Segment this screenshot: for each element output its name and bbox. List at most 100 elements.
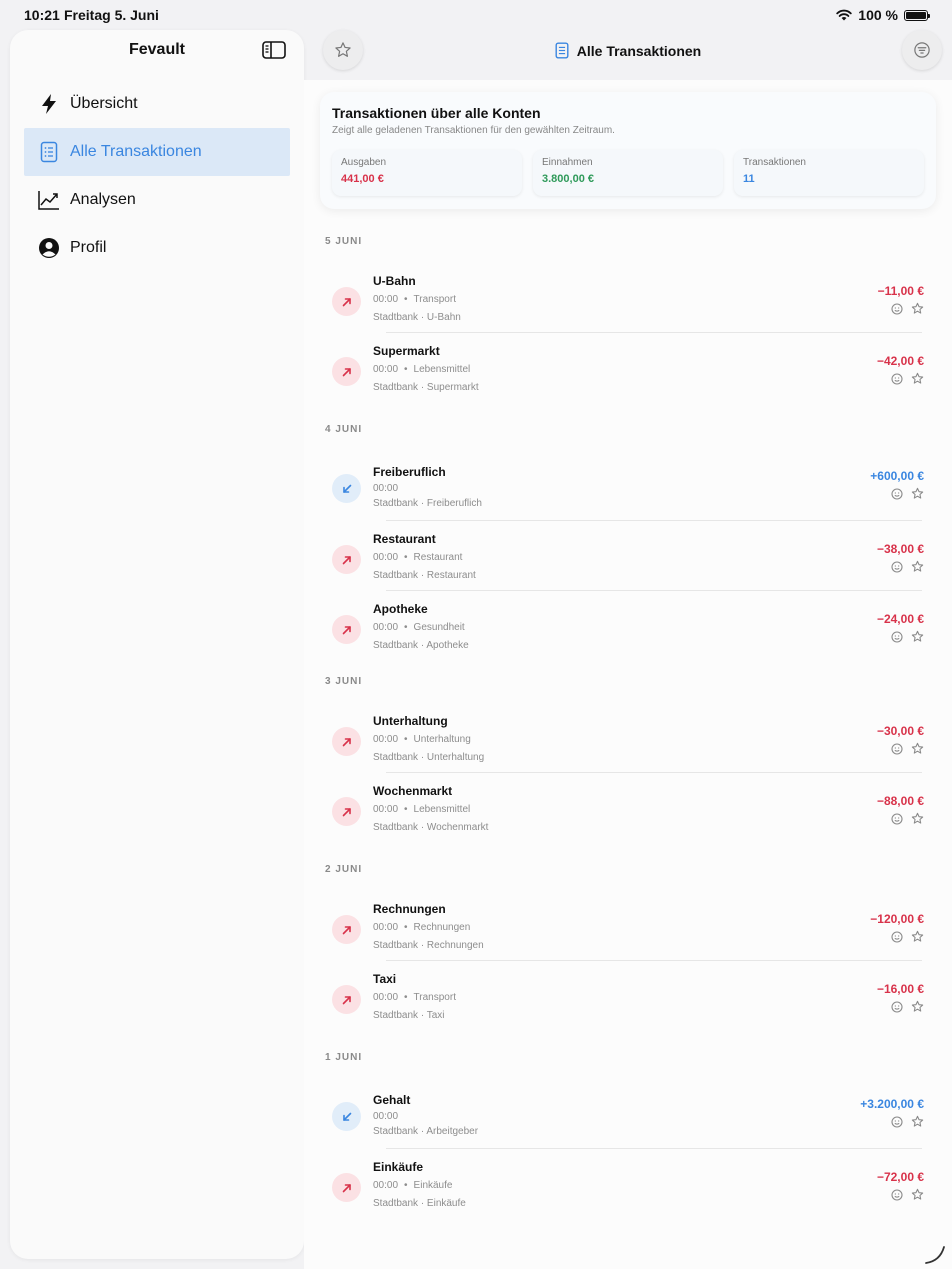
tx-name: Wochenmarkt xyxy=(373,784,453,798)
tx-amount: −38,00 € xyxy=(876,542,924,556)
tx-name: Unterhaltung xyxy=(373,714,448,728)
row-divider xyxy=(386,590,922,591)
tx-actions xyxy=(891,560,924,578)
transaction-row[interactable]: Freiberuflich 00:00 Stadtbank · Freiberufl… xyxy=(304,454,952,524)
tx-meta: 00:00 • Gesundheit xyxy=(373,622,465,633)
chart-line-icon xyxy=(38,189,60,211)
stat-label: Einnahmen xyxy=(542,157,593,168)
transaction-row[interactable]: Supermarkt 00:00 • Lebensmittel Stadtbank · … xyxy=(304,336,952,406)
tx-account: Stadtbank · Apotheke xyxy=(373,640,469,651)
transaction-row[interactable]: Restaurant 00:00 • Restaurant Stadtbank · Re… xyxy=(304,524,952,594)
battery-icon xyxy=(904,9,930,21)
filter-button[interactable] xyxy=(902,30,942,70)
mood-icon[interactable] xyxy=(891,372,903,390)
transaction-row[interactable]: Wochenmarkt 00:00 • Lebensmittel Stadtbank ·… xyxy=(304,776,952,846)
stat-value: 441,00 € xyxy=(341,173,384,185)
mood-icon[interactable] xyxy=(891,630,903,648)
tx-amount: −24,00 € xyxy=(876,612,924,626)
sidebar-item-label: Übersicht xyxy=(70,95,138,112)
tx-amount: −72,00 € xyxy=(876,1170,924,1184)
tx-time: 00:00 xyxy=(373,364,399,375)
tx-meta: 00:00 • Einkäufe xyxy=(373,1180,452,1191)
resize-handle-icon[interactable] xyxy=(924,1243,946,1265)
tx-meta: 00:00 • Rechnungen xyxy=(373,922,470,933)
tx-name: Rechnungen xyxy=(373,902,446,916)
star-icon[interactable] xyxy=(911,630,924,648)
star-icon[interactable] xyxy=(911,302,924,320)
transaction-row[interactable]: Taxi 00:00 • Transport Stadtbank · Taxi −16,0… xyxy=(304,964,952,1034)
tx-meta: 00:00 xyxy=(373,1111,398,1122)
mood-icon[interactable] xyxy=(891,1000,903,1018)
mood-icon[interactable] xyxy=(891,1115,903,1133)
content-area: Transaktionen über alle Konten Zeigt all… xyxy=(304,80,952,1269)
star-icon[interactable] xyxy=(911,930,924,948)
mood-icon[interactable] xyxy=(891,1188,903,1206)
status-right: 100 % xyxy=(836,7,930,23)
stat-value: 3.800,00 € xyxy=(542,173,594,185)
mood-icon[interactable] xyxy=(891,560,903,578)
tx-amount: −30,00 € xyxy=(876,724,924,738)
transaction-row[interactable]: Unterhaltung 00:00 • Unterhaltung Stadtbank … xyxy=(304,706,952,776)
star-icon[interactable] xyxy=(911,560,924,578)
wifi-icon xyxy=(836,9,852,21)
sidebar-item-analysen[interactable]: Analysen xyxy=(24,176,290,224)
star-icon[interactable] xyxy=(911,372,924,390)
separator-dot: • xyxy=(404,294,408,305)
tx-account: Stadtbank · Taxi xyxy=(373,1010,445,1021)
tx-time: 00:00 xyxy=(373,734,399,745)
sidebar-item-alle-transaktionen[interactable]: Alle Transaktionen xyxy=(24,128,290,176)
star-icon[interactable] xyxy=(911,1115,924,1133)
battery-fill xyxy=(906,11,926,19)
transaction-row[interactable]: U-Bahn 00:00 • Transport Stadtbank · U-Bahn −… xyxy=(304,266,952,336)
star-icon[interactable] xyxy=(911,487,924,505)
tx-actions xyxy=(891,487,924,505)
stat-transaktionen: Transaktionen 11 xyxy=(734,150,924,196)
mood-icon[interactable] xyxy=(891,302,903,320)
status-time: 10:21 xyxy=(24,7,60,23)
tx-account: Stadtbank · Supermarkt xyxy=(373,382,479,393)
sidebar-item-profil[interactable]: Profil xyxy=(24,224,290,272)
transaction-row[interactable]: Gehalt 00:00 Stadtbank · Arbeitgeber +3.200… xyxy=(304,1082,952,1152)
tx-category: Lebensmittel xyxy=(413,804,471,815)
sidebar-title: Fevault xyxy=(128,41,185,58)
outgoing-arrow-icon xyxy=(332,287,361,316)
tx-amount: −88,00 € xyxy=(876,794,924,808)
tx-category: Transport xyxy=(413,992,456,1003)
tx-meta: 00:00 xyxy=(373,483,398,494)
tx-time: 00:00 xyxy=(373,804,399,815)
tx-category: Lebensmittel xyxy=(413,364,471,375)
star-icon[interactable] xyxy=(911,1188,924,1206)
tx-meta: 00:00 • Transport xyxy=(373,294,456,305)
mood-icon[interactable] xyxy=(891,812,903,830)
mood-icon[interactable] xyxy=(891,487,903,505)
row-divider xyxy=(386,520,922,521)
outgoing-arrow-icon xyxy=(332,915,361,944)
tx-actions xyxy=(891,930,924,948)
stat-value: 11 xyxy=(743,173,755,185)
list-document-icon xyxy=(555,42,569,59)
outgoing-arrow-icon xyxy=(332,985,361,1014)
star-icon[interactable] xyxy=(911,812,924,830)
outgoing-arrow-icon xyxy=(332,727,361,756)
transaction-row[interactable]: Apotheke 00:00 • Gesundheit Stadtbank · Apot… xyxy=(304,594,952,664)
tx-actions xyxy=(891,630,924,648)
tx-meta: 00:00 • Transport xyxy=(373,992,456,1003)
tx-time: 00:00 xyxy=(373,622,399,633)
separator-dot: • xyxy=(404,1180,408,1191)
mood-icon[interactable] xyxy=(891,742,903,760)
transaction-row[interactable]: Rechnungen 00:00 • Rechnungen Stadtbank · Re… xyxy=(304,894,952,964)
sidebar-toggle-icon[interactable] xyxy=(262,41,286,59)
transaction-row[interactable]: Einkäufe 00:00 • Einkäufe Stadtbank · Einkäu… xyxy=(304,1152,952,1222)
tx-name: Gehalt xyxy=(373,1093,411,1107)
star-icon[interactable] xyxy=(911,742,924,760)
separator-dot: • xyxy=(404,804,408,815)
star-icon[interactable] xyxy=(911,1000,924,1018)
tx-name: Apotheke xyxy=(373,602,428,616)
tx-actions xyxy=(891,1115,924,1133)
sidebar-item-uebersicht[interactable]: Übersicht xyxy=(24,80,290,128)
tx-name: Restaurant xyxy=(373,532,436,546)
tx-time: 00:00 xyxy=(373,922,399,933)
tx-actions xyxy=(891,302,924,320)
mood-icon[interactable] xyxy=(891,930,903,948)
status-bar: 10:21 Freitag 5. Juni 100 % xyxy=(0,0,952,30)
